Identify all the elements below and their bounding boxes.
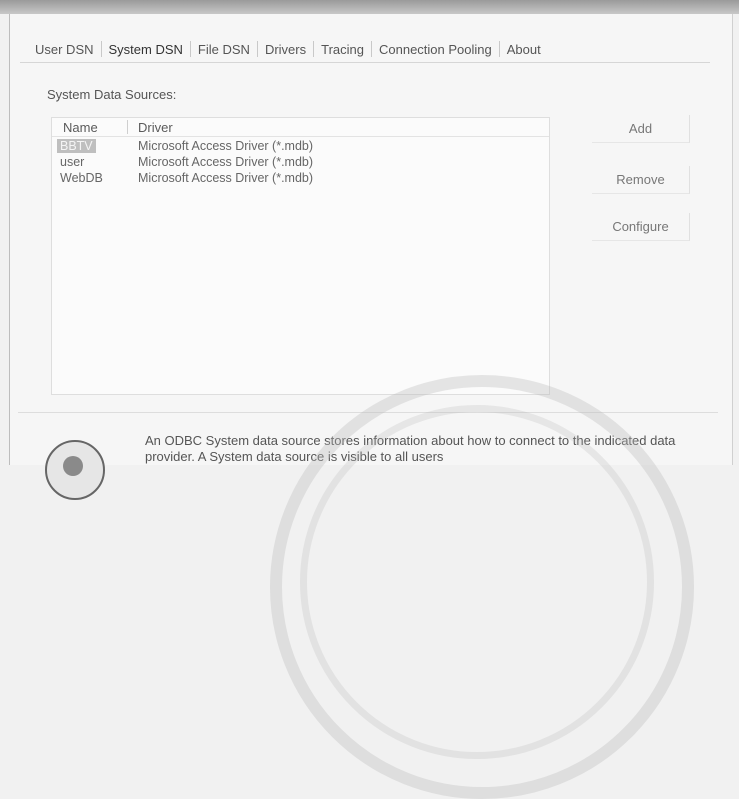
dsn-driver: Microsoft Access Driver (*.mdb) xyxy=(138,155,314,169)
window-title-bar xyxy=(0,0,739,14)
dsn-name: BBTV xyxy=(57,139,96,153)
column-separator[interactable] xyxy=(127,120,128,134)
list-item[interactable]: user Microsoft Access Driver (*.mdb) xyxy=(52,154,549,170)
tab-file-dsn[interactable]: File DSN xyxy=(191,42,257,57)
list-item[interactable]: WebDB Microsoft Access Driver (*.mdb) xyxy=(52,170,549,186)
data-sources-list[interactable]: Name Driver BBTV Microsoft Access Driver… xyxy=(51,117,550,395)
dsn-driver: Microsoft Access Driver (*.mdb) xyxy=(138,139,314,153)
list-item[interactable]: BBTV Microsoft Access Driver (*.mdb) xyxy=(52,138,549,154)
tab-tracing[interactable]: Tracing xyxy=(314,42,371,57)
divider xyxy=(18,412,718,413)
section-label: System Data Sources: xyxy=(47,87,177,102)
info-text: An ODBC System data source stores inform… xyxy=(145,433,676,464)
database-info-icon xyxy=(45,440,105,500)
list-header: Name Driver xyxy=(52,118,549,137)
tab-about[interactable]: About xyxy=(500,42,548,57)
tab-system-dsn[interactable]: System DSN xyxy=(102,42,190,57)
dsn-name: user xyxy=(60,155,85,169)
column-header-driver[interactable]: Driver xyxy=(138,120,173,135)
tab-drivers[interactable]: Drivers xyxy=(258,42,313,57)
tab-strip: User DSN System DSN File DSN Drivers Tra… xyxy=(28,36,548,62)
tab-connection-pooling[interactable]: Connection Pooling xyxy=(372,42,499,57)
tab-divider xyxy=(20,62,710,63)
column-header-name[interactable]: Name xyxy=(63,120,98,135)
add-button[interactable]: Add xyxy=(592,115,690,143)
dsn-driver: Microsoft Access Driver (*.mdb) xyxy=(138,171,314,185)
configure-button[interactable]: Configure xyxy=(592,213,690,241)
dsn-name: WebDB xyxy=(60,171,103,185)
remove-button[interactable]: Remove xyxy=(592,166,690,194)
tab-user-dsn[interactable]: User DSN xyxy=(28,42,101,57)
